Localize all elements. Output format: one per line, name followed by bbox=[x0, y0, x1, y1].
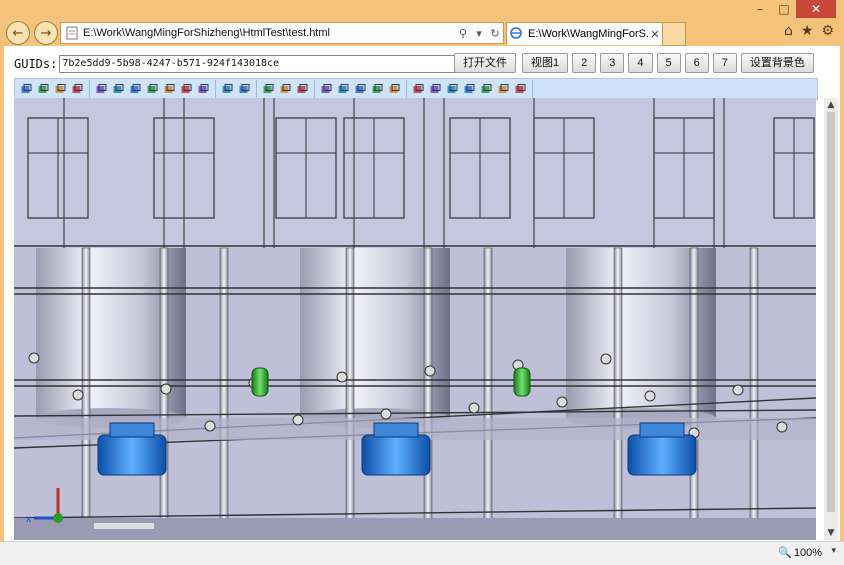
add-icon[interactable] bbox=[36, 82, 51, 97]
export-icon[interactable] bbox=[70, 82, 85, 97]
zoom-control[interactable]: 🔍 100% bbox=[778, 546, 822, 560]
home-icon[interactable]: ⌂ bbox=[784, 23, 793, 39]
view-back-icon[interactable] bbox=[479, 82, 494, 97]
box-icon[interactable] bbox=[128, 82, 143, 97]
zoom-level: 100% bbox=[793, 546, 822, 559]
fit-icon[interactable] bbox=[220, 82, 235, 97]
close-window-button[interactable]: ✕ bbox=[796, 0, 836, 18]
navigation-bar: ← → E:\Work\WangMingForShizheng\HtmlTest… bbox=[0, 18, 844, 46]
zoom-icon: 🔍 bbox=[778, 547, 792, 559]
hidden-icon[interactable] bbox=[353, 82, 368, 97]
scroll-down-icon[interactable]: ▼ bbox=[824, 526, 838, 540]
viewer-toolbar bbox=[14, 78, 818, 100]
3d-viewport[interactable]: x bbox=[14, 98, 816, 540]
view-bottom-icon[interactable] bbox=[496, 82, 511, 97]
status-bar: 🔍 100% ▾ bbox=[0, 541, 844, 565]
browser-right-nav: ⌂ ★ ⚙ bbox=[784, 23, 834, 39]
view5-button[interactable]: 5 bbox=[656, 53, 681, 73]
toolbar-group bbox=[407, 80, 533, 98]
tab-active[interactable]: E:\Work\WangMingForS... ✕ bbox=[506, 22, 663, 45]
shade-icon[interactable] bbox=[370, 82, 385, 97]
edge-icon[interactable] bbox=[387, 82, 402, 97]
view3-button[interactable]: 3 bbox=[600, 53, 625, 73]
view2-button[interactable]: 2 bbox=[572, 53, 597, 73]
toolbar-group bbox=[15, 80, 90, 98]
favorites-icon[interactable]: ★ bbox=[801, 23, 814, 39]
browser-frame: – □ ✕ ← → E:\Work\WangMingForShizheng\Ht… bbox=[0, 0, 844, 565]
window-controls: – □ ✕ bbox=[748, 0, 836, 18]
wire-icon[interactable] bbox=[319, 82, 334, 97]
save-icon[interactable] bbox=[53, 82, 68, 97]
toolbar-group bbox=[216, 80, 257, 98]
minimize-button[interactable]: – bbox=[748, 0, 772, 18]
set-background-button[interactable]: 设置背景色 bbox=[740, 53, 814, 73]
svg-text:x: x bbox=[26, 514, 31, 525]
section-icon[interactable] bbox=[179, 82, 194, 97]
rotate-icon[interactable] bbox=[94, 82, 109, 97]
guid-row: GUIDs: 7b2e5dd9-5b98-4247-b571-924f14301… bbox=[14, 54, 458, 74]
guid-input[interactable]: 7b2e5dd9-5b98-4247-b571-924f143018ce bbox=[59, 55, 458, 73]
pointer-icon[interactable] bbox=[145, 82, 160, 97]
xyz-plane-icon[interactable] bbox=[278, 82, 293, 97]
view4-button[interactable]: 4 bbox=[628, 53, 653, 73]
view-iso-icon[interactable] bbox=[462, 82, 477, 97]
view-buttons: 打开文件 视图1 2 3 4 5 6 7 设置背景色 bbox=[454, 53, 814, 73]
back-button[interactable]: ← bbox=[6, 21, 30, 45]
toolbar-group bbox=[90, 80, 216, 98]
open-folder-icon[interactable] bbox=[19, 82, 34, 97]
chevron-down-icon[interactable]: ▾ bbox=[471, 27, 487, 40]
cube-select-icon[interactable] bbox=[111, 82, 126, 97]
plant-model-render[interactable]: x bbox=[14, 98, 816, 540]
reset-view-icon[interactable] bbox=[513, 82, 528, 97]
view-side-icon[interactable] bbox=[445, 82, 460, 97]
measure-icon[interactable] bbox=[162, 82, 177, 97]
open-file-button[interactable]: 打开文件 bbox=[454, 53, 516, 73]
scrollbar-thumb[interactable] bbox=[827, 112, 835, 512]
view-top-icon[interactable] bbox=[428, 82, 443, 97]
view6-button[interactable]: 6 bbox=[684, 53, 709, 73]
tab-title: E:\Work\WangMingForS... bbox=[528, 28, 648, 40]
new-tab-button[interactable] bbox=[662, 22, 686, 46]
solid-icon[interactable] bbox=[336, 82, 351, 97]
refresh-icon[interactable]: ↻ bbox=[487, 27, 503, 40]
settings-icon[interactable]: ⚙ bbox=[821, 23, 834, 39]
plane-icon[interactable] bbox=[196, 82, 211, 97]
page-icon bbox=[65, 26, 79, 40]
view-front-icon[interactable] bbox=[411, 82, 426, 97]
toolbar-group bbox=[315, 80, 407, 98]
target-icon[interactable] bbox=[237, 82, 252, 97]
zoom-dropdown-icon[interactable]: ▾ bbox=[831, 546, 836, 556]
page-content: GUIDs: 7b2e5dd9-5b98-4247-b571-924f14301… bbox=[4, 46, 840, 541]
address-bar[interactable]: E:\Work\WangMingForShizheng\HtmlTest\tes… bbox=[60, 22, 504, 44]
guid-label: GUIDs: bbox=[14, 57, 58, 71]
xyz-reset-icon[interactable] bbox=[295, 82, 310, 97]
address-url[interactable]: E:\Work\WangMingForShizheng\HtmlTest\tes… bbox=[83, 27, 455, 39]
vertical-scrollbar[interactable]: ▲ ▼ bbox=[824, 98, 838, 540]
xyz-axis-icon[interactable] bbox=[261, 82, 276, 97]
search-icon[interactable]: ⚲ bbox=[455, 27, 471, 40]
view1-button[interactable]: 视图1 bbox=[522, 53, 569, 73]
scroll-up-icon[interactable]: ▲ bbox=[824, 98, 838, 112]
forward-button[interactable]: → bbox=[34, 21, 58, 45]
maximize-button[interactable]: □ bbox=[772, 0, 796, 18]
toolbar-group bbox=[257, 80, 315, 98]
view7-button[interactable]: 7 bbox=[712, 53, 737, 73]
forward-icon: → bbox=[40, 25, 52, 41]
back-icon: ← bbox=[12, 25, 24, 41]
ie-tab-icon bbox=[510, 26, 524, 42]
tab-close-icon[interactable]: ✕ bbox=[648, 28, 662, 41]
